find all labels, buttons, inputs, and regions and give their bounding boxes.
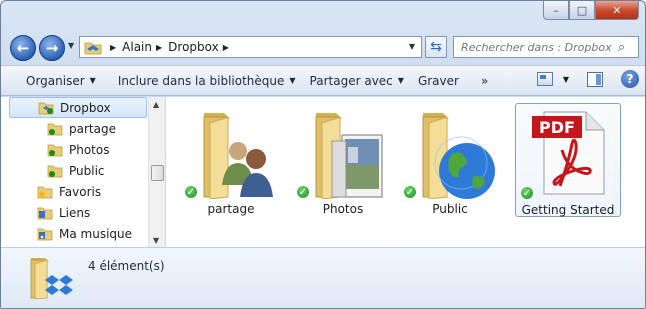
back-button[interactable]: ← <box>10 35 36 61</box>
scroll-down-icon[interactable]: ▼ <box>153 236 159 245</box>
share-with-menu[interactable]: Partager avec ▼ <box>303 74 411 88</box>
photos-folder-icon <box>302 107 392 200</box>
file-item-photos[interactable]: ✓ Photos <box>290 103 396 217</box>
sync-check-icon: ✓ <box>520 186 534 200</box>
nav-item-label: Dropbox <box>60 100 111 115</box>
file-label: Public <box>432 202 468 216</box>
nav-item-partage[interactable]: partage <box>47 118 116 139</box>
search-input[interactable] <box>454 40 618 54</box>
nav-item-dropbox[interactable]: Dropbox <box>9 97 147 118</box>
refresh-icon: ⇆ <box>430 39 442 55</box>
scrollbar-thumb[interactable] <box>151 165 164 181</box>
sync-check-icon: ✓ <box>296 185 310 199</box>
nav-item-label: Ma musique <box>59 226 133 241</box>
nav-item-ma-musique[interactable]: Ma musique <box>37 223 132 244</box>
more-commands-button[interactable]: » <box>474 74 495 88</box>
minimize-icon: – <box>553 3 559 17</box>
nav-item-label: Public <box>69 163 105 178</box>
file-item-partage[interactable]: ✓ partage <box>178 103 284 217</box>
caption-buttons: – □ ✕ <box>543 1 639 20</box>
nav-item-label: partage <box>69 121 116 136</box>
preview-pane-icon[interactable] <box>587 71 603 87</box>
nav-scrollbar[interactable]: ▲ ▼ <box>148 97 165 247</box>
address-bar[interactable]: ▶ Alain ▶ Dropbox ▶ ▼ <box>79 36 422 58</box>
nav-item-liens[interactable]: Liens <box>37 202 90 223</box>
breadcrumb-dropbox[interactable]: Dropbox <box>168 40 219 54</box>
include-in-library-label: Inclure dans la bibliothèque <box>117 73 285 88</box>
shared-folder-icon <box>190 107 280 200</box>
refresh-button[interactable]: ⇆ <box>425 36 447 58</box>
maximize-button[interactable]: □ <box>569 1 595 20</box>
organize-menu[interactable]: Organiser ▼ <box>19 74 103 88</box>
item-count: 4 élément(s) <box>88 259 165 273</box>
forward-arrow-icon: → <box>45 39 59 57</box>
chevron-down-icon: ▼ <box>289 76 296 85</box>
dropbox-folder-large-icon <box>29 254 75 300</box>
file-item-public[interactable]: ✓ Public <box>397 103 503 217</box>
file-list: ✓ partage ✓ Photos ✓ Public PDF ✓ Gettin… <box>166 97 645 247</box>
chevron-down-icon[interactable]: ▼ <box>563 75 569 84</box>
more-commands-icon: » <box>480 73 489 88</box>
breadcrumb: ▶ Alain ▶ Dropbox ▶ <box>106 40 235 54</box>
file-label: partage <box>207 202 255 216</box>
nav-item-label: Liens <box>59 205 91 220</box>
breadcrumb-separator-icon[interactable]: ▶ <box>223 43 229 52</box>
minimize-button[interactable]: – <box>543 1 569 20</box>
command-bar: Organiser ▼ Inclure dans la bibliothèque ▼… <box>1 65 645 96</box>
details-pane: 4 élément(s) <box>1 247 645 308</box>
change-view-icon[interactable] <box>536 72 553 86</box>
dropbox-location-icon <box>84 39 102 55</box>
sync-check-icon: ✓ <box>403 185 417 199</box>
share-with-label: Partager avec <box>309 73 393 88</box>
chevron-down-icon: ▼ <box>397 76 404 85</box>
file-label: Photos <box>322 202 364 216</box>
music-folder-icon <box>37 226 53 241</box>
burn-label: Graver <box>417 73 459 88</box>
breadcrumb-alain[interactable]: Alain <box>122 40 152 54</box>
help-icon[interactable]: ? <box>621 70 639 88</box>
sync-check-icon: ✓ <box>184 185 198 199</box>
synced-folder-icon <box>47 163 63 178</box>
nav-item-public[interactable]: Public <box>47 160 105 181</box>
nav-item-label: Favoris <box>59 184 102 199</box>
close-button[interactable]: ✕ <box>595 1 639 20</box>
nav-item-photos[interactable]: Photos <box>47 139 109 160</box>
nav-item-label: Photos <box>69 142 110 157</box>
maximize-icon: □ <box>576 3 588 17</box>
recent-pages-dropdown[interactable]: ▼ <box>68 41 74 50</box>
links-folder-icon <box>37 205 53 220</box>
file-item-getting-started[interactable]: PDF ✓ Getting Started <box>515 103 621 217</box>
favorites-star-icon <box>37 184 53 199</box>
close-icon: ✕ <box>612 3 622 17</box>
search-box[interactable]: ⌕ <box>453 36 639 58</box>
burn-button[interactable]: Graver <box>411 74 466 88</box>
include-in-library-menu[interactable]: Inclure dans la bibliothèque ▼ <box>111 74 303 88</box>
breadcrumb-separator-icon[interactable]: ▶ <box>110 43 116 52</box>
public-folder-icon <box>409 107 499 200</box>
chevron-down-icon: ▼ <box>89 76 96 85</box>
view-controls: ▼ ? <box>536 70 639 88</box>
navigation-pane: Dropbox partage Photos Public Favoris Li… <box>1 97 165 247</box>
synced-folder-icon <box>47 121 63 136</box>
breadcrumb-separator-icon[interactable]: ▶ <box>156 43 162 52</box>
nav-item-favoris[interactable]: Favoris <box>37 181 101 202</box>
svg-text:PDF: PDF <box>539 118 575 137</box>
synced-folder-icon <box>47 142 63 157</box>
back-arrow-icon: ← <box>16 39 30 57</box>
scroll-up-icon[interactable]: ▲ <box>153 100 159 109</box>
pdf-file-icon: PDF <box>530 110 610 196</box>
search-icon[interactable]: ⌕ <box>618 40 638 55</box>
dropbox-folder-icon <box>38 100 54 115</box>
forward-button[interactable]: → <box>39 35 65 61</box>
explorer-window: – □ ✕ ← → ▼ ▶ Alain ▶ Dropbox ▶ ▼ ⇆ ⌕ Or… <box>0 0 646 309</box>
organize-label: Organiser <box>26 73 85 88</box>
file-label: Getting Started <box>521 203 615 217</box>
address-history-dropdown[interactable]: ▼ <box>409 42 415 51</box>
